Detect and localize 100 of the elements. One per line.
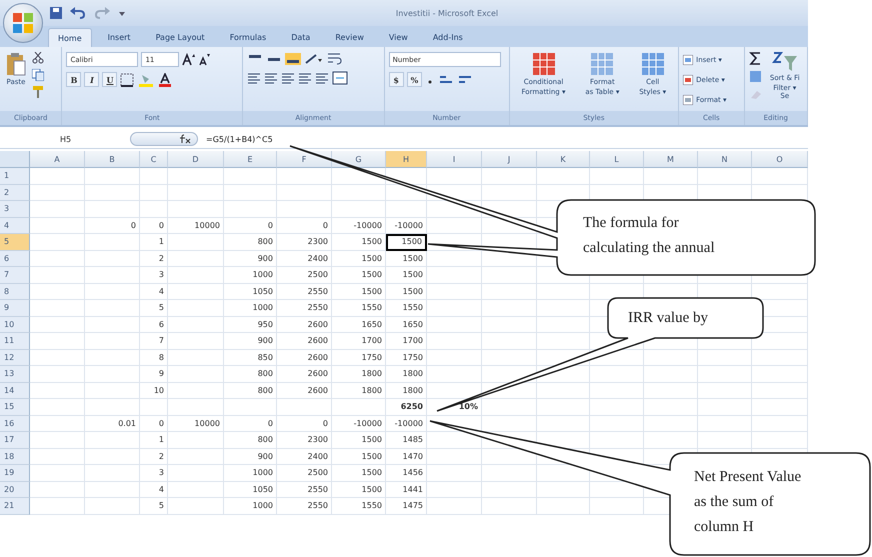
format-painter-icon[interactable] bbox=[32, 86, 44, 98]
empty-cell bbox=[698, 432, 752, 448]
row-header[interactable]: 4 bbox=[0, 218, 30, 234]
row-header[interactable]: 7 bbox=[0, 267, 30, 284]
column-header[interactable]: G bbox=[332, 151, 386, 168]
table-cell: 2550 bbox=[277, 498, 332, 514]
ribbon-tab[interactable]: Formulas bbox=[220, 28, 276, 47]
ribbon-tab[interactable]: Review bbox=[326, 28, 373, 47]
row-header[interactable]: 8 bbox=[0, 284, 30, 300]
font-style-button[interactable]: U bbox=[102, 72, 118, 87]
undo-icon[interactable] bbox=[70, 7, 86, 19]
empty-cell bbox=[698, 168, 752, 184]
column-header[interactable]: N bbox=[698, 151, 752, 168]
function-pill[interactable] bbox=[130, 132, 198, 146]
table-cell: 10000 bbox=[168, 416, 224, 432]
table-cell: 2600 bbox=[277, 333, 332, 350]
ribbon-tab[interactable]: Page Layout bbox=[146, 28, 214, 47]
table-cell: 0 bbox=[224, 416, 277, 432]
formula-text[interactable]: =G5/(1+B4)^C5 bbox=[198, 134, 273, 144]
row-header[interactable]: 13 bbox=[0, 366, 30, 382]
column-header[interactable]: A bbox=[30, 151, 85, 168]
row-header[interactable]: 11 bbox=[0, 333, 30, 350]
empty-cell bbox=[482, 300, 537, 316]
empty-cell bbox=[752, 416, 808, 432]
empty-cell bbox=[85, 184, 140, 201]
row-header[interactable]: 3 bbox=[0, 201, 30, 218]
row-header[interactable]: 2 bbox=[0, 184, 30, 201]
align-lines-icon[interactable] bbox=[264, 72, 278, 84]
align-lines-icon[interactable] bbox=[280, 72, 295, 84]
empty-cell bbox=[427, 465, 482, 482]
row-header[interactable]: 19 bbox=[0, 465, 30, 482]
empty-cell bbox=[698, 350, 752, 366]
table-cell: 1800 bbox=[386, 382, 427, 399]
row-header[interactable]: 14 bbox=[0, 382, 30, 399]
empty-cell bbox=[168, 366, 224, 382]
fill-color-icon[interactable] bbox=[139, 72, 156, 86]
ribbon-tab[interactable]: Insert bbox=[98, 28, 140, 47]
vertical-align-icon[interactable] bbox=[284, 53, 301, 65]
column-header[interactable]: H bbox=[386, 151, 427, 168]
column-header[interactable]: E bbox=[224, 151, 277, 168]
row-header[interactable]: 15 bbox=[0, 399, 30, 416]
table-style-icon bbox=[532, 52, 556, 76]
wrap-text-icon[interactable] bbox=[326, 52, 343, 66]
row-header[interactable]: 1 bbox=[0, 168, 30, 184]
row-header[interactable]: 6 bbox=[0, 250, 30, 267]
column-header[interactable]: O bbox=[752, 151, 808, 168]
row-header[interactable]: 16 bbox=[0, 416, 30, 432]
empty-cell bbox=[224, 168, 277, 184]
table-cell: 2600 bbox=[277, 350, 332, 366]
sum-icon[interactable] bbox=[748, 52, 763, 65]
row-header[interactable]: 10 bbox=[0, 316, 30, 333]
row-header[interactable]: 17 bbox=[0, 432, 30, 448]
text-orientation-icon[interactable] bbox=[304, 53, 324, 65]
empty-cell bbox=[224, 184, 277, 201]
column-header[interactable]: B bbox=[85, 151, 140, 168]
row-header[interactable]: 21 bbox=[0, 498, 30, 514]
table-cell: 1 bbox=[140, 432, 168, 448]
copy-icon[interactable] bbox=[32, 69, 44, 81]
number-format-button[interactable]: % bbox=[406, 72, 422, 87]
row-header[interactable]: 20 bbox=[0, 482, 30, 498]
shrink-font-icon[interactable] bbox=[198, 53, 210, 66]
empty-cell bbox=[85, 284, 140, 300]
row-header[interactable]: 9 bbox=[0, 300, 30, 316]
empty-cell bbox=[168, 482, 224, 498]
align-lines-icon[interactable] bbox=[298, 72, 312, 84]
office-button[interactable] bbox=[3, 3, 43, 43]
ribbon-tab[interactable]: Data bbox=[282, 28, 320, 47]
borders-icon[interactable] bbox=[120, 72, 136, 86]
column-header[interactable]: I bbox=[427, 151, 482, 168]
column-header[interactable]: F bbox=[277, 151, 332, 168]
column-header[interactable]: D bbox=[168, 151, 224, 168]
table-cell: 1800 bbox=[332, 366, 386, 382]
column-header[interactable]: C bbox=[140, 151, 168, 168]
align-lines-icon[interactable] bbox=[246, 72, 261, 84]
save-icon[interactable] bbox=[50, 7, 62, 19]
empty-cell bbox=[224, 399, 277, 416]
table-cell: 1700 bbox=[386, 333, 427, 350]
row-header[interactable]: 5 bbox=[0, 234, 30, 250]
column-header[interactable]: J bbox=[482, 151, 537, 168]
ribbon-tab[interactable]: View bbox=[380, 28, 417, 47]
row-header[interactable]: 18 bbox=[0, 448, 30, 465]
scissors-icon[interactable] bbox=[32, 52, 44, 64]
empty-cell bbox=[85, 316, 140, 333]
column-header[interactable]: M bbox=[644, 151, 698, 168]
name-box[interactable]: H5 bbox=[0, 134, 130, 144]
decrease-decimal-icon[interactable] bbox=[457, 74, 474, 86]
font-style-button[interactable]: B bbox=[66, 72, 82, 87]
number-format-button[interactable]: $ bbox=[388, 72, 404, 87]
column-header[interactable]: K bbox=[537, 151, 590, 168]
font-style-button[interactable]: I bbox=[84, 72, 100, 87]
row-header[interactable]: 12 bbox=[0, 350, 30, 366]
ribbon-tab[interactable]: Add-Ins bbox=[424, 28, 472, 47]
grow-font-icon[interactable] bbox=[182, 53, 196, 66]
cells-icon bbox=[683, 74, 694, 84]
align-lines-icon[interactable] bbox=[314, 72, 329, 84]
ribbon-tab[interactable]: Home bbox=[48, 28, 92, 47]
merge-cells-icon[interactable] bbox=[332, 71, 348, 85]
increase-decimal-icon[interactable] bbox=[438, 74, 454, 86]
empty-cell bbox=[85, 366, 140, 382]
column-header[interactable]: L bbox=[590, 151, 644, 168]
